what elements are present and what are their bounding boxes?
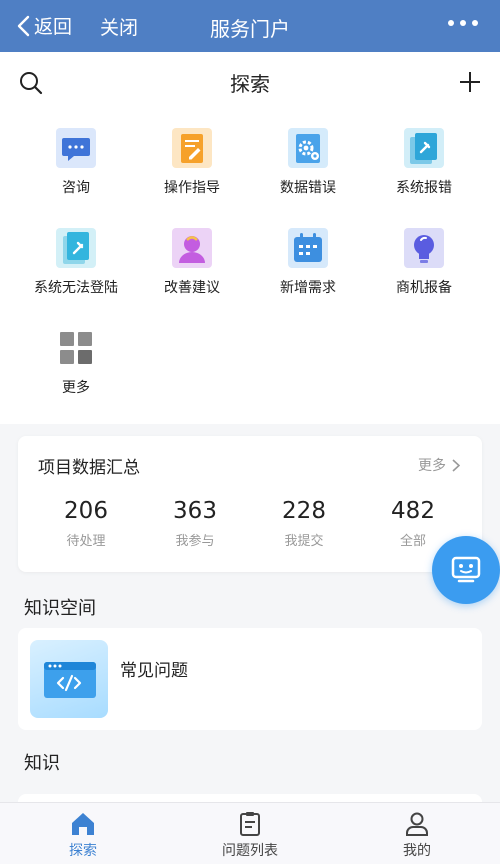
grid-item-consult[interactable]: 咨询 [18, 128, 134, 197]
grid-item-label: 新增需求 [280, 280, 336, 296]
calendar-icon [288, 228, 328, 268]
person-idea-icon [172, 228, 212, 268]
stat-label: 我参与 [175, 534, 215, 549]
stats-more-label: 更多 [418, 458, 446, 474]
grid-item-label: 改善建议 [164, 280, 220, 296]
stat-pending[interactable]: 206 待处理 [36, 498, 136, 549]
app-title: 服务门户 [210, 17, 290, 41]
grid-item-improvement[interactable]: 改善建议 [134, 228, 250, 297]
tab-label: 问题列表 [222, 843, 278, 859]
tab-label: 探索 [69, 843, 97, 859]
grid-item-login-failure[interactable]: 系统无法登陆 [18, 228, 134, 297]
top-navbar: 返回 关闭 服务门户 [0, 0, 500, 52]
service-grid: 咨询 操作指导 数据错误 系统报错 系统无法登陆 改善建议 新增需求 商机报备 … [0, 110, 500, 424]
grid-item-label: 商机报备 [396, 280, 452, 296]
assistant-float-button[interactable] [432, 536, 500, 604]
user-icon [406, 812, 428, 836]
dot-icon [472, 20, 478, 26]
tab-label: 我的 [403, 843, 431, 859]
grid-item-new-requirement[interactable]: 新增需求 [250, 228, 366, 297]
tab-mine[interactable]: 我的 [357, 811, 477, 860]
plus-icon[interactable] [458, 70, 482, 94]
grid-item-more[interactable]: 更多 [18, 328, 134, 397]
grid-item-data-error[interactable]: 数据错误 [250, 128, 366, 197]
stats-title: 项目数据汇总 [38, 458, 140, 478]
stat-value: 206 [64, 498, 108, 524]
chat-icon [56, 128, 96, 168]
page-title: 探索 [230, 72, 270, 96]
grid-item-system-error[interactable]: 系统报错 [366, 128, 482, 197]
stat-value: 363 [173, 498, 217, 524]
page-header: 探索 [0, 52, 500, 110]
stat-value: 482 [391, 498, 435, 524]
chevron-right-icon [452, 458, 460, 472]
tab-explore[interactable]: 探索 [23, 811, 143, 860]
tab-issue-list[interactable]: 问题列表 [190, 811, 310, 860]
grid-item-operation-guide[interactable]: 操作指导 [134, 128, 250, 197]
faq-label: 常见问题 [120, 661, 188, 681]
knowledge-title: 知识 [24, 753, 60, 774]
stats-more-link[interactable]: 更多 [418, 455, 460, 475]
stat-submitted[interactable]: 228 我提交 [254, 498, 354, 549]
bottom-tabbar: 探索 问题列表 我的 [0, 802, 500, 864]
grid-item-business-report[interactable]: 商机报备 [366, 228, 482, 297]
lightbulb-icon [404, 228, 444, 268]
more-menu-button[interactable] [448, 20, 478, 26]
grid-item-label: 更多 [62, 380, 90, 396]
project-stats-card: 项目数据汇总 更多 206 待处理 363 我参与 228 我提交 482 全部 [18, 436, 482, 572]
grid-item-label: 系统无法登陆 [34, 280, 118, 296]
gear-doc-icon [288, 128, 328, 168]
home-icon [72, 813, 94, 835]
edit-doc-icon [172, 128, 212, 168]
stat-label: 待处理 [66, 534, 106, 549]
code-window-icon [30, 640, 108, 718]
grid-item-label: 系统报错 [396, 180, 452, 196]
dot-icon [448, 20, 454, 26]
grid-item-label: 操作指导 [164, 180, 220, 196]
grid-item-label: 咨询 [62, 180, 90, 196]
stat-participated[interactable]: 363 我参与 [145, 498, 245, 549]
knowledge-space-title: 知识空间 [24, 598, 96, 619]
clipboard-list-icon [240, 812, 260, 836]
grid-more-icon [60, 332, 92, 364]
grid-item-label: 数据错误 [280, 180, 336, 196]
stat-label: 我提交 [284, 534, 324, 549]
stat-value: 228 [282, 498, 326, 524]
wrench-doc-icon [56, 228, 96, 268]
dot-icon [460, 20, 466, 26]
faq-card[interactable]: 常见问题 [18, 628, 482, 730]
tool-doc-icon [404, 128, 444, 168]
robot-face-icon [451, 556, 481, 583]
